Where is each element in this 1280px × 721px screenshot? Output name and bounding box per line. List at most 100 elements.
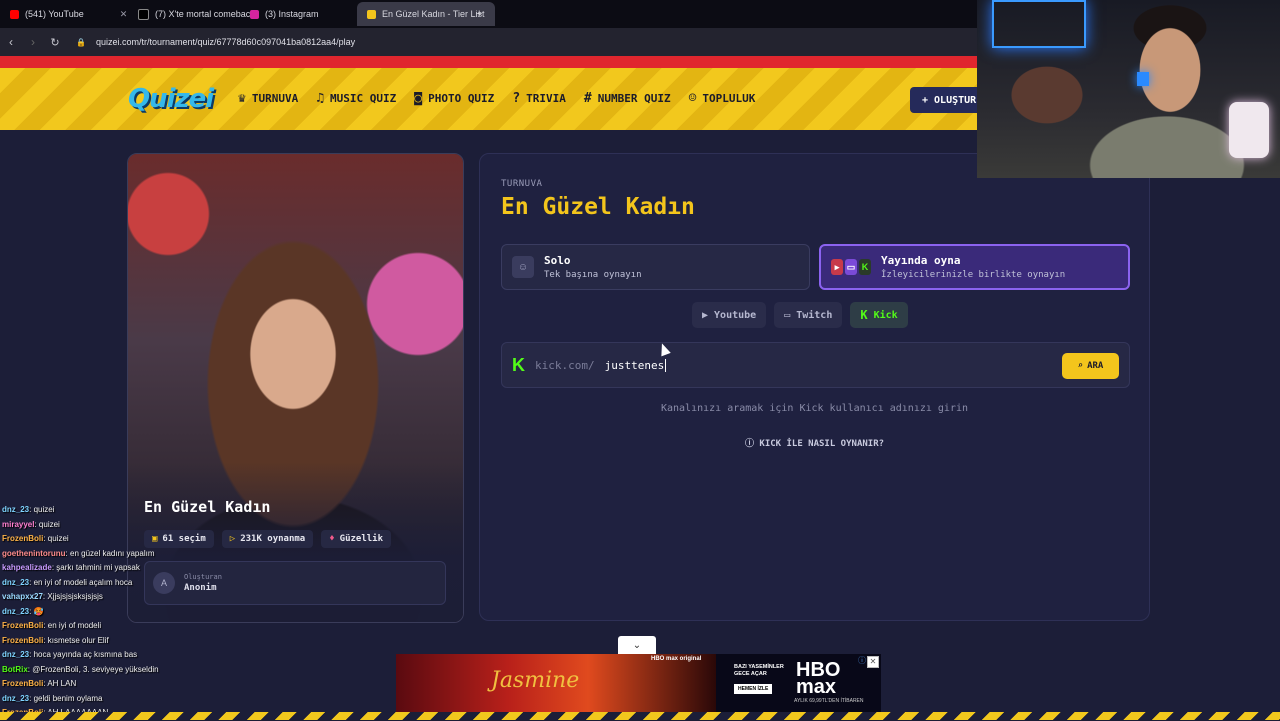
- site-logo[interactable]: Quizei: [128, 84, 214, 114]
- chat-username: dnz_23: [2, 650, 30, 659]
- browser-tab[interactable]: (7) X'te mortal comeback: [138, 2, 255, 26]
- stat-label: Güzellik: [339, 534, 384, 544]
- menu-item-turnuva[interactable]: ♛ TURNUVA: [238, 91, 298, 106]
- ad-image: HBO max original Jasmine: [396, 654, 716, 720]
- menu-item-photo-quiz[interactable]: ◙ PHOTO QUIZ: [414, 91, 494, 106]
- menu-label: TRIVIA: [526, 92, 566, 105]
- trophy-icon: ♛: [238, 91, 246, 106]
- ad-brand-small: HBO max original: [651, 656, 702, 662]
- chat-text: : geldi benim oylama: [29, 693, 103, 703]
- back-icon[interactable]: ‹: [0, 35, 22, 49]
- chat-message: dnz_23: geldi benim oylama: [2, 692, 332, 707]
- play-panel: TURNUVA En Güzel Kadın ☺ Solo Tek başına…: [479, 153, 1150, 621]
- chat-message: kahpealizade: şarkı tahmini mi yapsak: [2, 561, 332, 576]
- kick-icon: K: [860, 308, 868, 322]
- neon-light: [992, 0, 1086, 48]
- menu-item-number-quiz[interactable]: # NUMBER QUIZ: [584, 91, 671, 106]
- platform-tabs: ▶ Youtube ▭ Twitch K Kick: [692, 302, 908, 328]
- chat-message: FrozenBoli: en iyi of modeli: [2, 619, 332, 634]
- quizei-favicon-icon: [367, 9, 376, 19]
- youtube-icon: ▶: [702, 309, 709, 321]
- tab-kick[interactable]: K Kick: [850, 302, 908, 328]
- chat-text: : kısmetse olur Elif: [43, 635, 109, 645]
- chat-text: : en güzel kadını yapalım: [65, 548, 155, 558]
- mode-subtitle: Tek başına oynayın: [544, 270, 642, 280]
- url-field[interactable]: quizei.com/tr/tournament/quiz/67778d60c0…: [96, 37, 355, 47]
- ad-close-icon[interactable]: ✕: [867, 656, 879, 668]
- menu-item-topluluk[interactable]: ☺ TOPLULUK: [689, 91, 756, 106]
- chat-username: FrozenBoli: [2, 534, 44, 543]
- lock-icon[interactable]: 🔒: [76, 38, 86, 47]
- channel-search-field[interactable]: K kick.com/ justtenes ⌕ ARA: [501, 342, 1130, 388]
- chat-message: dnz_23: hoca yayında aç kısmına bas: [2, 648, 332, 663]
- chat-message: FrozenBoli: quizei: [2, 532, 332, 547]
- chat-username: goethenintorunu: [2, 548, 66, 558]
- tab-youtube[interactable]: ▶ Youtube: [692, 302, 767, 328]
- hash-icon: #: [583, 91, 592, 106]
- ad-cta-button[interactable]: HEMEN İZLE: [734, 684, 773, 694]
- chat-text: : quizei: [34, 519, 60, 529]
- twitch-icon: ▭: [784, 309, 791, 321]
- chat-username: dnz_23: [2, 505, 30, 514]
- panel-kicker: TURNUVA: [501, 179, 543, 189]
- menu-item-music-quiz[interactable]: ♫ MUSIC QUIZ: [316, 91, 396, 106]
- chat-message: goethenintorunu: en güzel kadını yapalım: [2, 547, 332, 562]
- mode-subtitle: İzleyicilerinizle birlikte oynayın: [881, 270, 1066, 280]
- platform-label: Youtube: [714, 309, 757, 321]
- ad-price: AYLIK 69,99TL'DEN İTİBAREN: [794, 698, 864, 704]
- channel-input[interactable]: justtenes: [605, 358, 667, 372]
- menu-label: MUSIC QUIZ: [330, 92, 397, 105]
- search-hint: Kanalınızı aramak için Kick kullanıcı ad…: [660, 403, 969, 414]
- twitch-mini-icon: ▭: [845, 259, 857, 275]
- chat-message: FrozenBoli: AH LAN: [2, 677, 332, 692]
- browser-tab-active[interactable]: En Güzel Kadın - Tier List: [357, 2, 495, 26]
- chat-message: dnz_23: quizei: [2, 503, 332, 518]
- mode-solo-button[interactable]: ☺ Solo Tek başına oynayın: [501, 244, 810, 290]
- how-to-label: KICK İLE NASIL OYNANIR?: [759, 439, 885, 449]
- neon-light: [1137, 72, 1149, 86]
- chat-text: : quizei: [43, 534, 69, 543]
- menu-item-trivia[interactable]: ? TRIVIA: [512, 91, 566, 106]
- main-menu: ♛ TURNUVA ♫ MUSIC QUIZ ◙ PHOTO QUIZ ? TR…: [238, 91, 755, 106]
- page-title: En Güzel Kadın: [501, 194, 695, 220]
- search-button[interactable]: ⌕ ARA: [1062, 353, 1119, 379]
- chat-username: FrozenBoli: [2, 679, 44, 688]
- chat-username: BotRix: [2, 664, 28, 674]
- question-bubble-icon: ?: [512, 91, 521, 106]
- tab-title: En Güzel Kadın - Tier List: [382, 9, 485, 19]
- channel-prefix: kick.com/: [535, 358, 595, 372]
- camera-icon: ◙: [414, 91, 423, 106]
- chat-text: : 🥵: [29, 606, 44, 616]
- chat-username: FrozenBoli: [2, 621, 44, 630]
- ad-info-icon[interactable]: ⓘ: [857, 656, 867, 666]
- menu-label: TOPLULUK: [702, 92, 756, 105]
- close-tab-icon[interactable]: ✕: [120, 9, 128, 20]
- forward-icon[interactable]: ›: [22, 35, 44, 49]
- chat-text: : hoca yayında aç kısmına bas: [29, 650, 138, 659]
- chat-text: : AH LAN: [43, 679, 77, 688]
- mode-stream-button[interactable]: ▸ ▭ K Yayında oyna İzleyicilerinizle bir…: [819, 244, 1130, 290]
- chat-text: : quizei: [29, 505, 55, 514]
- chat-message: dnz_23: en iyi of modeli açalım hoca: [2, 576, 332, 591]
- chat-message: vahapxx27: Xjjsjsjsjsksjsjsjs: [2, 590, 332, 605]
- reload-icon[interactable]: ↻: [44, 36, 66, 49]
- platform-label: Kick: [873, 309, 898, 321]
- chat-text: : şarkı tahmini mi yapsak: [51, 563, 140, 572]
- chat-username: dnz_23: [2, 577, 30, 587]
- chat-message: FrozenBoli: kısmetse olur Elif: [2, 634, 332, 649]
- instagram-favicon-icon: [250, 9, 259, 19]
- footer-stripe: [0, 712, 1280, 720]
- browser-tab[interactable]: (3) Instagram ✕: [250, 2, 372, 26]
- mode-title: Solo: [544, 254, 571, 267]
- stream-chat-overlay: dnz_23: quizei mirayyel: quizei FrozenBo…: [2, 503, 332, 721]
- new-tab-button[interactable]: +: [476, 2, 482, 26]
- browser-tab[interactable]: (541) YouTube ✕: [10, 2, 127, 26]
- chat-username: dnz_23: [2, 606, 30, 616]
- chat-message: dnz_23: 🥵: [2, 605, 332, 620]
- tab-twitch[interactable]: ▭ Twitch: [774, 302, 843, 328]
- youtube-mini-icon: ▸: [831, 259, 843, 275]
- ad-collapse-button[interactable]: ⌄: [618, 636, 656, 654]
- how-to-link[interactable]: ⓘ KICK İLE NASIL OYNANIR?: [480, 436, 1149, 449]
- tab-title: (7) X'te mortal comeback: [155, 9, 255, 19]
- ad-banner[interactable]: HBO max original Jasmine BAZI YASEMİNLER…: [396, 654, 881, 720]
